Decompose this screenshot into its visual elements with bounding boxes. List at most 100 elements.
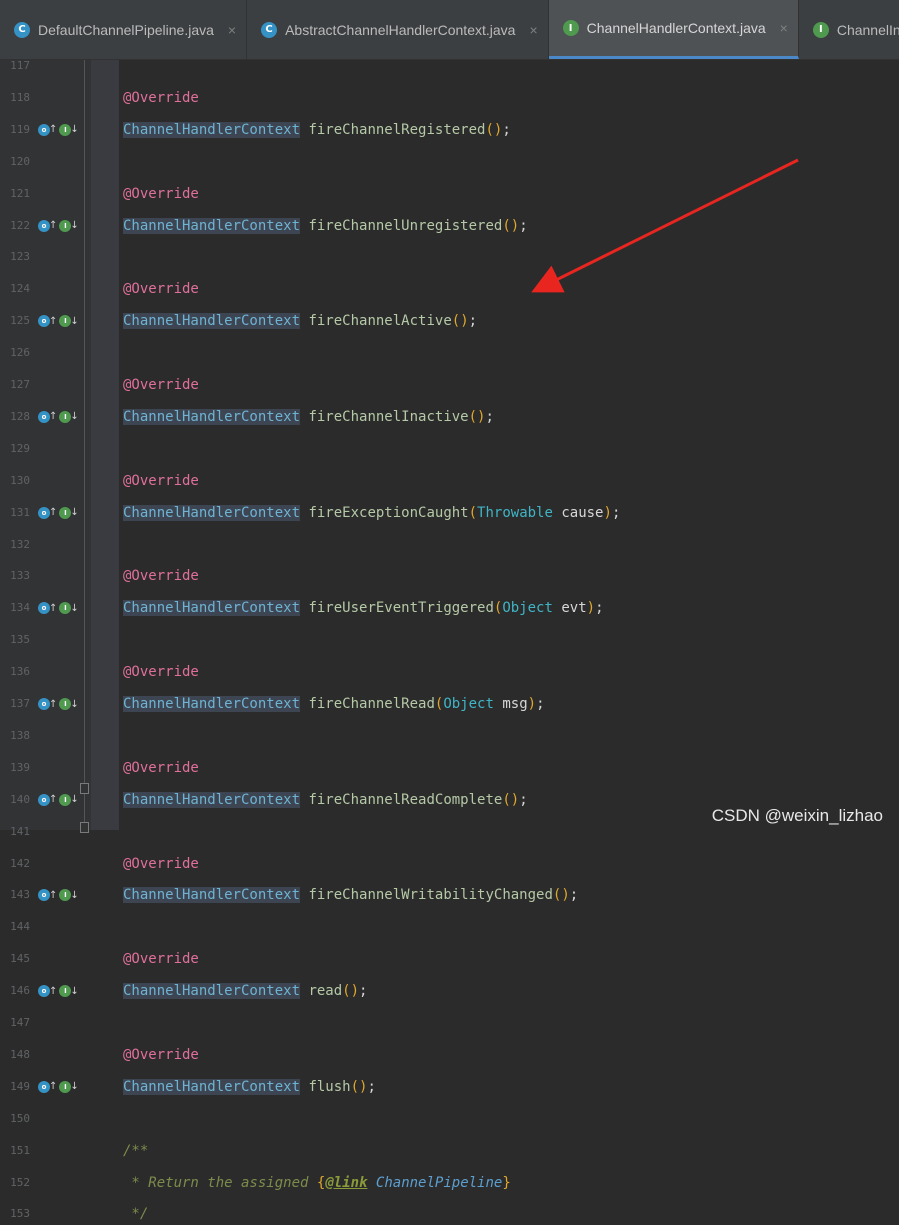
line-number: 145 (10, 952, 30, 966)
arrow-up-icon: ↑ (49, 1081, 58, 1093)
gutter-marks[interactable]: o ↑ I ↓ (38, 219, 79, 232)
gutter-marks[interactable]: o ↑ I ↓ (38, 410, 79, 423)
annotation: @Override (123, 185, 199, 202)
code-line: 119 o ↑ I ↓ ChannelHandlerContext fireChannel… (0, 119, 899, 141)
code-text: @Override (123, 565, 199, 587)
code-line: 124 @Override (0, 278, 899, 300)
line-number: 134 (10, 601, 30, 615)
gutter-marks[interactable]: o ↑ I ↓ (38, 506, 79, 519)
gutter-marks[interactable]: o ↑ I ↓ (38, 985, 79, 998)
arrow-down-icon: ↓ (70, 507, 79, 519)
tab-label: AbstractChannelHandlerContext.java (285, 21, 516, 38)
code-text: ChannelHandlerContext fireChannelReadCom… (123, 791, 528, 808)
code-line: 146 o ↑ I ↓ ChannelHandlerContext read(); (0, 980, 899, 1002)
arrow-up-icon: ↑ (49, 220, 58, 231)
code-text: ChannelHandlerContext fireChannelUnregis… (123, 217, 528, 234)
line-number: 130 (10, 473, 30, 487)
line-number: 119 (10, 122, 30, 136)
arrow-up-icon: ↑ (49, 698, 58, 710)
method-name: fireChannelInactive (308, 408, 469, 425)
method-name: fireChannelRegistered (308, 121, 486, 138)
arrow-up-icon: ↑ (49, 124, 58, 136)
code-text: ChannelHandlerContext read(); (123, 983, 368, 1000)
method-name: fireChannelRead (308, 696, 435, 712)
line-number: 118 (10, 90, 30, 104)
code-text: @Override (123, 278, 199, 300)
line-number: 135 (10, 633, 30, 647)
gutter-marks[interactable]: o ↑ I ↓ (38, 602, 79, 615)
code-line: 117 (0, 55, 899, 77)
return-type: ChannelHandlerContext (123, 791, 301, 808)
return-type: ChannelHandlerContext (123, 313, 301, 330)
code-text: @Override (123, 87, 199, 109)
line-number: 125 (10, 314, 30, 328)
tab-2[interactable]: C AbstractChannelHandlerContext.java × (247, 0, 549, 59)
class-icon: C (261, 21, 278, 38)
gutter-marks[interactable]: o ↑ I ↓ (38, 698, 79, 710)
method-name: fireUserEventTriggered (308, 600, 494, 617)
line-number: 121 (10, 186, 30, 200)
line-number: 122 (10, 218, 30, 232)
gutter-marks[interactable]: o ↑ I ↓ (38, 793, 79, 806)
line-number: 148 (10, 1047, 30, 1061)
code-line: 137 o ↑ I ↓ ChannelHandlerContext fireChannel… (0, 693, 899, 715)
method-name: fireChannelActive (308, 313, 452, 330)
return-type: ChannelHandlerContext (123, 696, 301, 712)
close-icon[interactable]: × (228, 22, 236, 38)
gutter-marks[interactable]: o ↑ I ↓ (38, 315, 79, 328)
param-type: Throwable (477, 504, 553, 521)
arrow-up-icon: ↑ (49, 602, 58, 614)
line-number: 129 (10, 441, 30, 455)
code-line: 134 o ↑ I ↓ ChannelHandlerContext fireUserEve… (0, 597, 899, 619)
line-number: 152 (10, 1175, 30, 1189)
tab-4[interactable]: I ChannelInbound (799, 0, 899, 59)
method-name: fireExceptionCaught (308, 504, 469, 521)
code-line: 143 o ↑ I ↓ ChannelHandlerContext fireChannel… (0, 884, 899, 906)
gutter-marks[interactable]: o ↑ I ↓ (38, 1080, 79, 1093)
line-number: 123 (10, 250, 30, 264)
annotation: @Override (123, 472, 199, 489)
gutter-marks[interactable]: o ↑ I ↓ (38, 123, 79, 136)
tab-3[interactable]: I ChannelHandlerContext.java × (548, 0, 799, 59)
tab-1[interactable]: C DefaultChannelPipeline.java × (0, 0, 248, 59)
code-editor[interactable]: 117 118 @Override 119 o ↑ I ↓ ChannelHandlerCont… (0, 59, 899, 1222)
line-number: 117 (10, 59, 30, 72)
line-number: 144 (10, 920, 30, 934)
comment: /** (123, 1142, 149, 1159)
code-line: 138 (0, 725, 899, 747)
line-number: 146 (10, 984, 30, 998)
code-line: 130 @Override (0, 470, 899, 492)
method-name: fireChannelReadComplete (308, 791, 503, 808)
return-type: ChannelHandlerContext (123, 1078, 301, 1095)
code-line: 118 @Override (0, 87, 899, 109)
close-icon[interactable]: × (529, 22, 537, 38)
code-text: @Override (123, 853, 199, 875)
code-line: 144 (0, 916, 899, 938)
code-line: 120 (0, 151, 899, 173)
code-line: 131 o ↑ I ↓ ChannelHandlerContext fireExcepti… (0, 502, 899, 524)
close-icon[interactable]: × (780, 20, 788, 36)
code-line: 152 * Return the assigned {@link Channel… (0, 1172, 899, 1194)
arrow-up-icon: ↑ (49, 889, 58, 901)
code-line: 145 @Override (0, 948, 899, 970)
code-text: ChannelHandlerContext flush(); (123, 1078, 376, 1095)
editor-tab-bar: C DefaultChannelPipeline.java × C AbstractCh… (0, 0, 899, 60)
comment: */ (123, 1206, 149, 1223)
code-text: ChannelHandlerContext fireExceptionCaugh… (123, 504, 621, 521)
param-name: msg (502, 696, 528, 712)
line-number: 137 (10, 697, 30, 710)
return-type: ChannelHandlerContext (123, 600, 301, 617)
code-text: * Return the assigned {@link ChannelPipe… (123, 1172, 510, 1194)
return-type: ChannelHandlerContext (123, 887, 301, 904)
return-type: ChannelHandlerContext (123, 217, 301, 234)
arrow-down-icon: ↓ (70, 889, 79, 901)
arrow-up-icon: ↑ (49, 411, 58, 423)
arrow-down-icon: ↓ (70, 315, 79, 327)
code-line: 133 @Override (0, 565, 899, 587)
param-type: Object (443, 696, 494, 712)
line-number: 141 (10, 824, 30, 838)
gutter-marks[interactable]: o ↑ I ↓ (38, 889, 79, 902)
code-text: /** (123, 1140, 148, 1162)
code-line: 128 o ↑ I ↓ ChannelHandlerContext fireChannel… (0, 406, 899, 428)
arrow-up-icon: ↑ (49, 507, 58, 519)
